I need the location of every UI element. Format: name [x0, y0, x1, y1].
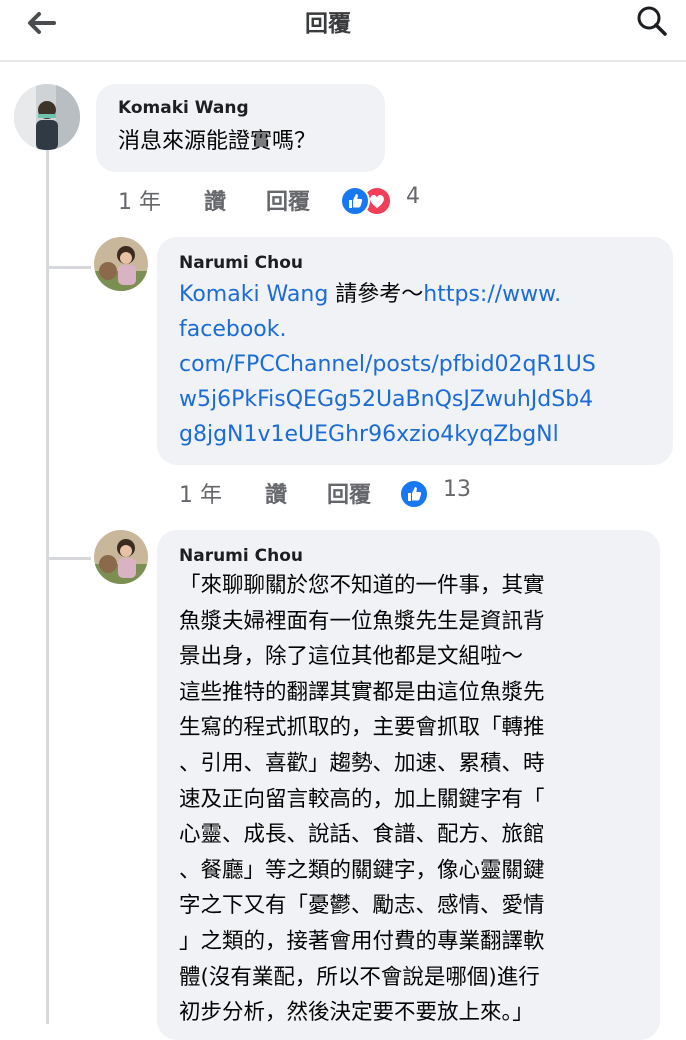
- comment-text: 消息來源能證實嗎？: [118, 129, 317, 154]
- avatar[interactable]: [94, 237, 148, 291]
- url-link[interactable]: w5j6PkFisQEGg52UaBnQsJZwuhJdSb4: [179, 382, 596, 417]
- avatar[interactable]: [14, 84, 80, 150]
- comment-text-line: 、引用、喜歡」趨勢、加速、累積、時: [179, 750, 545, 776]
- comment-text-line: 體(沒有業配，所以不會說是哪個)進行: [179, 964, 540, 990]
- search-icon[interactable]: [634, 4, 670, 40]
- thread-connector: [49, 266, 91, 269]
- comment-text-line: 、餐廳」等之類的關鍵字，像心靈關鍵: [179, 857, 545, 883]
- avatar-photo: [94, 530, 148, 584]
- comment-text-line: 生寫的程式抓取的，主要會抓取「轉推: [179, 715, 545, 741]
- comment-bubble: Narumi Chou Komaki Wang 請參考～https://www.…: [157, 237, 673, 465]
- mention-link[interactable]: Komaki Wang: [179, 282, 328, 307]
- reply-button[interactable]: 回覆: [266, 184, 310, 216]
- comment-time: 1 年: [118, 190, 161, 215]
- avatar-photo: [14, 84, 80, 150]
- comment-text-line: 景出身，除了這位其他都是文組啦～: [179, 644, 524, 670]
- comment-text-line: 字之下又有「憂鬱、勵志、感情、愛情: [179, 893, 545, 919]
- reaction-count[interactable]: 4: [406, 184, 420, 209]
- comment-text-line: 心靈、成長、說話、食譜、配方、旅館: [179, 822, 545, 848]
- like-button[interactable]: 讚: [265, 477, 287, 509]
- comment-text-line: 」之類的，接著會用付費的專業翻譯軟: [179, 928, 545, 954]
- comment-text-fragment: 請參考～: [328, 282, 424, 307]
- comment-text-line: 這些推特的翻譯其實都是由這位魚漿先: [179, 679, 545, 705]
- comment-bubble: Komaki Wang 消息來源能證實嗎？: [96, 84, 385, 172]
- url-link[interactable]: g8jgN1v1eUEGhr96xzio4kyqZbgNl: [179, 417, 596, 452]
- thread-connector: [49, 557, 91, 560]
- comment-text-line: 速及正向留言較高的，加上關鍵字有「: [179, 786, 545, 812]
- thread-line: [46, 150, 49, 1024]
- like-icon: [399, 479, 429, 509]
- top-bar: 回覆: [0, 0, 686, 62]
- comment-text-line: 初步分析，然後決定要不要放上來。」: [179, 1000, 534, 1026]
- comment-text-line: 魚漿夫婦裡面有一位魚漿先生是資訊背: [179, 608, 545, 634]
- comment-actions: 1 年 讚 回覆 13: [179, 477, 499, 509]
- comment-author[interactable]: Komaki Wang: [118, 98, 249, 118]
- reaction-count[interactable]: 13: [443, 477, 471, 502]
- comment-text: 「來聊聊關於您不知道的一件事，其實 魚漿夫婦裡面有一位魚漿先生是資訊背 景出身，…: [179, 568, 545, 1031]
- avatar-photo: [94, 237, 148, 291]
- url-link[interactable]: https://www.: [423, 282, 561, 307]
- comment-author[interactable]: Narumi Chou: [179, 253, 303, 273]
- reply-button[interactable]: 回覆: [327, 477, 371, 509]
- avatar[interactable]: [94, 530, 148, 584]
- comment-author[interactable]: Narumi Chou: [179, 546, 303, 566]
- url-link[interactable]: com/FPCChannel/posts/pfbid02qR1US: [179, 347, 596, 382]
- comment-time: 1 年: [179, 483, 222, 508]
- comment-actions: 1 年 讚 回覆 4: [118, 184, 438, 216]
- page-title: 回覆: [305, 11, 351, 37]
- like-button[interactable]: 讚: [204, 184, 226, 216]
- comment-bubble: Narumi Chou 「來聊聊關於您不知道的一件事，其實 魚漿夫婦裡面有一位魚…: [157, 530, 660, 1040]
- url-link[interactable]: facebook.: [179, 312, 596, 347]
- like-icon: [340, 186, 370, 216]
- comment-text-line: 「來聊聊關於您不知道的一件事，其實: [179, 573, 545, 598]
- comment-text: Komaki Wang 請參考～https://www. facebook. c…: [179, 277, 596, 452]
